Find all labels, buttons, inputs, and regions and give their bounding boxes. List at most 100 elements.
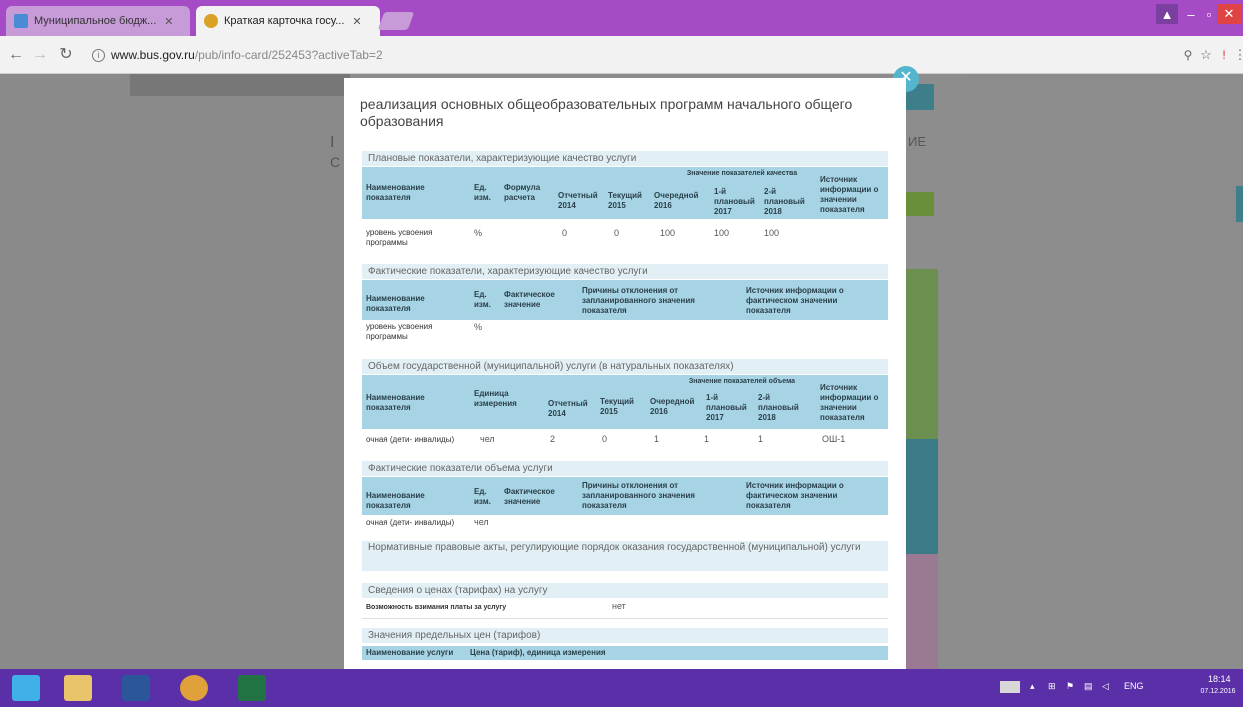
word-icon[interactable] — [122, 675, 150, 701]
section-actual-quality-heading: Фактические показатели, характеризующие … — [362, 264, 888, 279]
col-source: Источник информации о фактическом значен… — [746, 286, 844, 315]
col-deviation: Причины отклонения от запланированного з… — [582, 481, 695, 510]
url-host: www.bus.gov.ru — [111, 48, 195, 62]
row-indicator-name: очная (дети- инвалиды) — [366, 435, 455, 444]
tray-expand-icon[interactable]: ▴ — [1030, 681, 1035, 692]
address-bar[interactable]: i www.bus.gov.ru /pub/info-card/252453?a… — [92, 43, 1122, 67]
col-2015: Текущий 2015 — [608, 191, 642, 210]
tab-label: Краткая карточка госу... — [224, 15, 345, 27]
row-value-2017: 1 — [704, 434, 710, 444]
signal-icon[interactable]: ▤ — [1084, 681, 1093, 692]
tab-close-icon[interactable]: ✕ — [352, 15, 361, 28]
col-deviation: Причины отклонения от запланированного з… — [582, 286, 695, 315]
row-value-2018: 1 — [758, 434, 764, 444]
row-value-2017: 100 — [714, 228, 730, 238]
close-window-button[interactable]: ✕ — [1217, 4, 1241, 24]
section-legal-acts-heading[interactable]: Нормативные правовые акты, регулирующие … — [362, 541, 888, 571]
row-unit: чел — [480, 434, 495, 444]
back-arrow-icon[interactable]: ← — [6, 45, 26, 65]
col-price: Цена (тариф), единица измерения — [470, 648, 606, 657]
col-indicator: Наименование показателя — [366, 183, 425, 202]
volume-icon[interactable]: ◁ — [1102, 681, 1109, 692]
col-2015: Текущий 2015 — [600, 397, 634, 416]
browser-toolbar: ← → ↻ i www.bus.gov.ru /pub/info-card/25… — [0, 36, 1243, 74]
network-icon[interactable]: ⊞ — [1048, 681, 1056, 692]
section-volume-heading: Объем государственной (муниципальной) ус… — [362, 359, 888, 374]
section-planned-quality-heading: Плановые показатели, характеризующие кач… — [362, 151, 888, 166]
clock-time[interactable]: 18:14 — [1208, 674, 1231, 684]
language-indicator[interactable]: ENG — [1124, 681, 1144, 691]
tab-close-icon[interactable]: ✕ — [164, 15, 173, 28]
col-service-name: Наименование услуги — [366, 648, 454, 657]
actual-volume-table-header: Наименование показателя Ед. изм. Фактиче… — [362, 477, 888, 515]
bookmark-star-icon[interactable]: ☆ — [1196, 45, 1216, 65]
chrome-icon[interactable] — [180, 675, 208, 701]
restore-button[interactable]: ▫ — [1201, 4, 1217, 24]
reload-icon[interactable]: ↻ — [56, 45, 76, 65]
info-card-modal: реализация основных общеобразовательных … — [344, 78, 906, 669]
backdrop-right-edge-tab — [1236, 186, 1243, 222]
row-source: ОШ-1 — [822, 434, 846, 444]
excel-icon[interactable] — [238, 675, 266, 701]
col-actual: Фактическое значение — [504, 290, 555, 309]
backdrop-header-strip — [130, 74, 350, 96]
col-actual: Фактическое значение — [504, 487, 555, 506]
col-unit: Ед. изм. — [474, 290, 491, 309]
menu-icon[interactable]: ⋮ — [1230, 45, 1243, 65]
row-indicator-name: уровень усвоения программы — [366, 322, 433, 341]
row-value-2018: 100 — [764, 228, 780, 238]
backdrop-right-text: ИЕ — [908, 134, 927, 149]
col-2016: Очередной 2016 — [650, 397, 695, 416]
section-price-limits-heading: Значения предельных цен (тарифов) — [362, 628, 888, 643]
tab-municipal[interactable]: Муниципальное бюдж... ✕ — [6, 6, 190, 36]
user-profile-icon[interactable]: ▲ — [1156, 4, 1178, 24]
browser-tab-strip: Муниципальное бюдж... ✕ Краткая карточка… — [0, 0, 1243, 36]
row-unit: % — [474, 228, 483, 238]
divider — [362, 618, 888, 619]
col-2016: Очередной 2016 — [654, 191, 699, 210]
row-indicator-name: очная (дети- инвалиды) — [366, 518, 455, 527]
row-value-2014: 0 — [562, 228, 568, 238]
row-value-2015: 0 — [602, 434, 608, 444]
info-icon[interactable]: i — [92, 48, 105, 62]
new-tab-button[interactable] — [377, 12, 415, 30]
col-2017: 1-й плановый 2017 — [706, 393, 747, 422]
col-indicator: Наименование показателя — [366, 294, 425, 313]
tab-label: Муниципальное бюдж... — [34, 15, 157, 27]
price-limits-table-header: Наименование услуги Цена (тариф), единиц… — [362, 646, 888, 660]
forward-arrow-icon[interactable]: → — [30, 45, 50, 65]
group-header: Значение показателей объема — [688, 378, 796, 385]
backdrop-green-button — [906, 192, 934, 216]
flag-icon[interactable]: ⚑ — [1066, 681, 1074, 692]
col-indicator: Наименование показателя — [366, 491, 425, 510]
payment-possibility-label: Возможность взимания платы за услугу — [366, 604, 507, 611]
volume-table-header: Значение показателей объема Наименование… — [362, 375, 888, 429]
side-tab-mauve[interactable] — [906, 554, 938, 669]
side-tab-teal[interactable] — [906, 439, 938, 554]
row-unit: % — [474, 322, 483, 332]
col-2017: 1-й плановый 2017 — [714, 187, 755, 216]
col-2014: Отчетный 2014 — [548, 399, 588, 418]
row-unit: чел — [474, 517, 489, 527]
row-value-2014: 2 — [550, 434, 556, 444]
col-2018: 2-й плановый 2018 — [758, 393, 799, 422]
minimize-button[interactable]: – — [1181, 4, 1201, 24]
planned-quality-table-header: Значение показателей качества Наименован… — [362, 167, 888, 219]
file-explorer-icon[interactable] — [64, 675, 92, 701]
side-tab-green[interactable] — [906, 269, 938, 439]
row-value-2016: 100 — [660, 228, 676, 238]
modal-title: реализация основных общеобразовательных … — [360, 96, 853, 129]
group-header: Значение показателей качества — [686, 170, 798, 177]
clock-date[interactable]: 07.12.2016 — [1194, 688, 1242, 695]
col-source: Источник информации о значении показател… — [820, 175, 879, 214]
tab-card[interactable]: Краткая карточка госу... ✕ — [196, 6, 380, 36]
windows-start-icon[interactable] — [12, 675, 40, 701]
row-value-2016: 1 — [654, 434, 660, 444]
site-favicon-icon — [14, 14, 28, 28]
zoom-icon[interactable]: ⚲ — [1178, 45, 1198, 65]
col-unit: Единица измерения — [474, 389, 517, 408]
section-actual-volume-heading: Фактические показатели объема услуги — [362, 461, 888, 476]
payment-possibility-value: нет — [612, 601, 626, 611]
windows-taskbar: ▴ ⊞ ⚑ ▤ ◁ ENG 18:14 07.12.2016 — [0, 669, 1243, 707]
keyboard-icon[interactable] — [1000, 681, 1020, 693]
